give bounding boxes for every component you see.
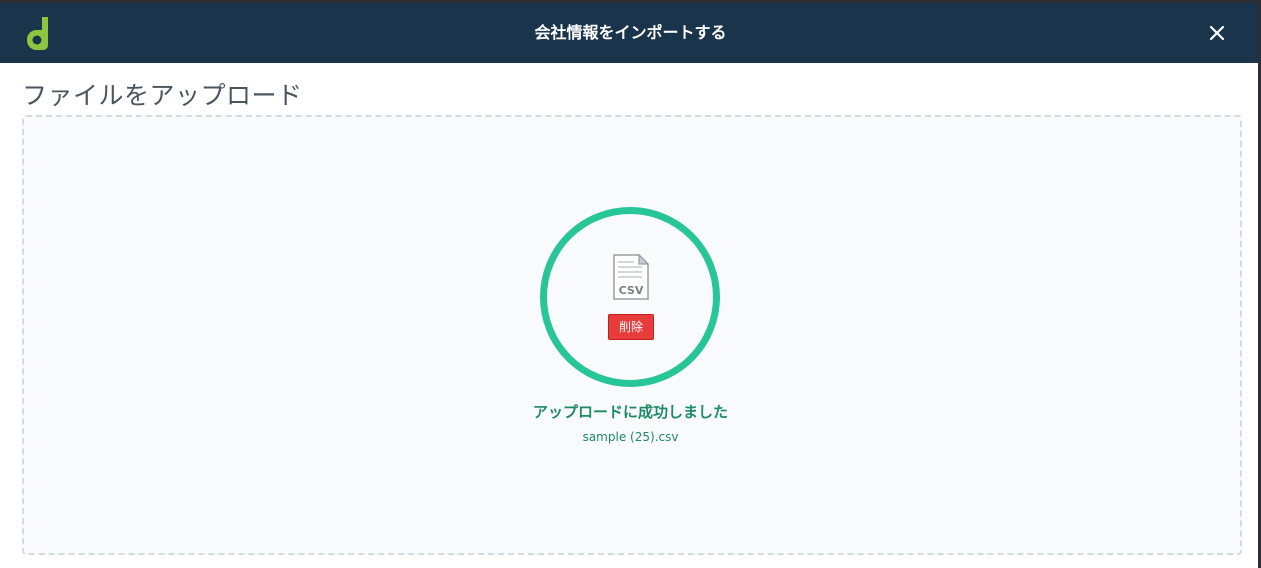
upload-success-message: アップロードに成功しました	[532, 403, 728, 421]
section-title: ファイルをアップロード	[22, 81, 303, 110]
csv-file-icon: CSV	[613, 254, 650, 300]
delete-button[interactable]: 削除	[608, 314, 654, 340]
file-type-label: CSV	[619, 284, 644, 297]
modal-header: 会社情報をインポートする	[0, 3, 1261, 63]
modal-title: 会社情報をインポートする	[534, 23, 727, 42]
close-icon[interactable]	[1203, 19, 1231, 47]
uploaded-file-name: sample (25).csv	[582, 430, 679, 444]
